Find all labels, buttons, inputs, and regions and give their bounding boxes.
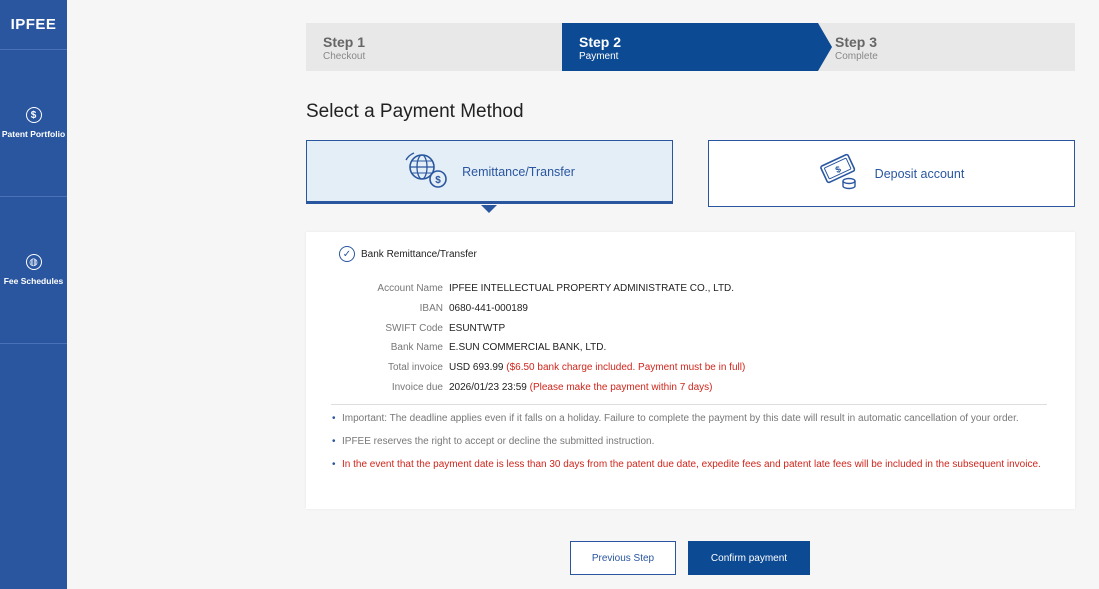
payment-details-panel: ✓ Bank Remittance/Transfer Account Name …	[306, 232, 1075, 509]
method-deposit-account[interactable]: $ Deposit account	[708, 140, 1075, 207]
detail-key: Account Name	[377, 283, 443, 295]
detail-value: ESUNTWTP	[449, 322, 506, 334]
method-label: Deposit account	[874, 166, 965, 181]
note-item: Important: The deadline applies even if …	[332, 410, 1052, 427]
step-payment: Step 2 Payment	[562, 23, 832, 71]
globe-money-icon: $	[404, 150, 450, 195]
detail-value: 0680-441-000189	[449, 303, 528, 315]
step-complete: Step 3 Complete	[818, 23, 1075, 71]
app-logo[interactable]: IPFEE	[0, 0, 67, 50]
detail-row-total-invoice: Total invoice USD 693.99 ($6.50 bank cha…	[306, 358, 745, 378]
method-remittance-transfer[interactable]: $ Remittance/Transfer	[306, 140, 673, 204]
sidebar-item-patent-portfolio[interactable]: $ Patent Portfolio	[0, 50, 67, 197]
detail-key: IBAN	[419, 303, 443, 315]
detail-value: IPFEE INTELLECTUAL PROPERTY ADMINISTRATE…	[449, 283, 735, 295]
step-subtitle: Complete	[835, 51, 878, 62]
dollar-icon: $	[25, 107, 42, 123]
detail-row-account-name: Account Name IPFEE INTELLECTUAL PROPERTY…	[306, 279, 745, 299]
detail-value: USD 693.99 ($6.50 bank charge included. …	[449, 362, 746, 374]
detail-row-bank-name: Bank Name E.SUN COMMERCIAL BANK, LTD.	[306, 338, 745, 358]
note-item-warning: In the event that the payment date is le…	[332, 456, 1052, 473]
detail-key: SWIFT Code	[385, 322, 443, 334]
detail-key: Bank Name	[390, 342, 443, 354]
detail-row-iban: IBAN 0680-441-000189	[306, 299, 745, 319]
card-coin-icon: $	[819, 151, 863, 196]
step-title: Step 1	[323, 34, 366, 50]
confirm-payment-button[interactable]: Confirm payment	[688, 541, 810, 575]
step-checkout: Step 1 Checkout	[306, 23, 562, 71]
option-label: Bank Remittance/Transfer	[361, 248, 477, 260]
sidebar-item-label: Patent Portfolio	[1, 129, 66, 139]
detail-key: Invoice due	[391, 381, 443, 393]
detail-row-invoice-due: Invoice due 2026/01/23 23:59 (Please mak…	[306, 377, 745, 397]
selection-pointer	[481, 205, 497, 213]
step-subtitle: Checkout	[323, 51, 366, 62]
page-title: Select a Payment Method	[306, 101, 524, 122]
bank-details: Account Name IPFEE INTELLECTUAL PROPERTY…	[306, 279, 745, 397]
sidebar-item-label: Fee Schedules	[3, 276, 64, 286]
detail-value: 2026/01/23 23:59 (Please make the paymen…	[449, 381, 713, 393]
globe-icon: ◍	[25, 254, 42, 270]
due-warning: (Please make the payment within 7 days)	[529, 381, 713, 393]
step-progress: Step 1 Checkout Step 2 Payment Step 3 Co…	[306, 23, 1075, 71]
divider	[331, 404, 1047, 405]
method-label: Remittance/Transfer	[462, 165, 575, 179]
step-title: Step 3	[835, 34, 878, 50]
invoice-warning: ($6.50 bank charge included. Payment mus…	[506, 362, 746, 374]
sidebar-item-fee-schedules[interactable]: ◍ Fee Schedules	[0, 197, 67, 344]
detail-key: Total invoice	[387, 362, 443, 374]
sidebar: IPFEE $ Patent Portfolio ◍ Fee Schedules	[0, 0, 67, 589]
step-subtitle: Payment	[579, 51, 619, 62]
check-circle-icon: ✓	[339, 246, 355, 262]
svg-text:$: $	[833, 164, 842, 175]
previous-step-button[interactable]: Previous Step	[570, 541, 676, 575]
detail-row-swift-code: SWIFT Code ESUNTWTP	[306, 318, 745, 338]
notes-list: Important: The deadline applies even if …	[332, 410, 1052, 479]
note-item: IPFEE reserves the right to accept or de…	[332, 433, 1052, 450]
bank-remittance-option[interactable]: ✓ Bank Remittance/Transfer	[339, 246, 477, 262]
step-title: Step 2	[579, 34, 622, 50]
detail-value: E.SUN COMMERCIAL BANK, LTD.	[449, 342, 607, 354]
svg-text:$: $	[435, 175, 441, 186]
